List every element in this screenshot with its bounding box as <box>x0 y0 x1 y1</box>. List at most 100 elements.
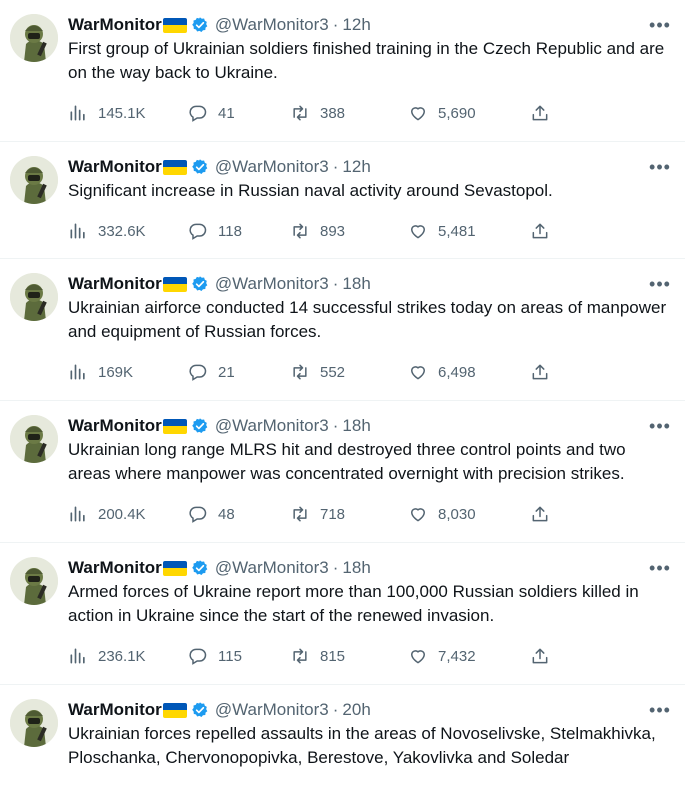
avatar[interactable] <box>10 14 58 62</box>
tweet[interactable]: WarMonitor @WarMonitor3 · 12h ••• First … <box>0 0 685 142</box>
retweet-count: 718 <box>320 505 346 523</box>
handle[interactable]: @WarMonitor3 <box>215 558 329 578</box>
tweet[interactable]: WarMonitor @WarMonitor3 · 18h ••• Armed … <box>0 543 685 685</box>
ukraine-flag-icon <box>162 560 187 576</box>
verified-badge-icon <box>192 17 208 33</box>
handle[interactable]: @WarMonitor3 <box>215 416 329 436</box>
like-count: 6,498 <box>438 363 476 381</box>
like-button[interactable]: 8,030 <box>408 504 530 524</box>
reply-button[interactable]: 41 <box>188 103 290 123</box>
tweet[interactable]: WarMonitor @WarMonitor3 · 18h ••• Ukrain… <box>0 259 685 401</box>
action-bar: 169K 21 552 6,498 <box>68 350 669 394</box>
like-button[interactable]: 5,481 <box>408 221 530 241</box>
reply-count: 118 <box>218 222 242 240</box>
share-button[interactable] <box>530 103 550 123</box>
handle[interactable]: @WarMonitor3 <box>215 15 329 35</box>
retweet-icon <box>293 223 307 239</box>
more-icon[interactable]: ••• <box>649 699 671 721</box>
ukraine-flag-icon <box>162 702 187 718</box>
avatar[interactable] <box>10 273 58 321</box>
reply-count: 48 <box>218 505 235 523</box>
tweet-header: WarMonitor @WarMonitor3 · 18h <box>68 415 669 437</box>
retweet-count: 552 <box>320 363 346 381</box>
more-icon[interactable]: ••• <box>649 415 671 437</box>
timestamp[interactable]: 20h <box>342 700 370 720</box>
tweet-header: WarMonitor @WarMonitor3 · 18h <box>68 273 669 295</box>
comment-icon <box>189 364 207 381</box>
action-bar: 332.6K 118 893 5,481 <box>68 209 669 253</box>
comment-icon <box>189 506 207 523</box>
tweet-text: Ukrainian airforce conducted 14 successf… <box>68 298 667 341</box>
more-icon[interactable]: ••• <box>649 156 671 178</box>
retweet-icon <box>293 105 307 121</box>
timestamp[interactable]: 18h <box>342 558 370 578</box>
share-button[interactable] <box>530 221 550 241</box>
like-count: 7,432 <box>438 647 476 665</box>
views-button[interactable]: 236.1K <box>68 646 188 666</box>
avatar[interactable] <box>10 557 58 605</box>
display-name[interactable]: WarMonitor <box>68 558 162 578</box>
comment-icon <box>189 648 207 665</box>
more-icon[interactable]: ••• <box>649 273 671 295</box>
retweet-icon <box>293 506 307 522</box>
timestamp[interactable]: 12h <box>342 157 370 177</box>
tweet-text: Significant increase in Russian naval ac… <box>68 181 553 200</box>
retweet-icon <box>293 648 307 664</box>
retweet-button[interactable]: 552 <box>290 362 408 382</box>
display-name[interactable]: WarMonitor <box>68 157 162 177</box>
retweet-icon <box>293 364 307 380</box>
tweet[interactable]: WarMonitor @WarMonitor3 · 20h ••• Ukrain… <box>0 685 685 800</box>
tweet-header: WarMonitor @WarMonitor3 · 20h <box>68 699 669 721</box>
reply-button[interactable]: 115 <box>188 646 290 666</box>
ukraine-flag-icon <box>162 159 187 175</box>
views-button[interactable]: 169K <box>68 362 188 382</box>
display-name[interactable]: WarMonitor <box>68 700 162 720</box>
like-count: 5,690 <box>438 104 476 122</box>
retweet-button[interactable]: 718 <box>290 504 408 524</box>
retweet-button[interactable]: 388 <box>290 103 408 123</box>
more-icon[interactable]: ••• <box>649 557 671 579</box>
views-count: 200.4K <box>98 505 146 523</box>
display-name[interactable]: WarMonitor <box>68 274 162 294</box>
views-button[interactable]: 332.6K <box>68 221 188 241</box>
retweet-count: 893 <box>320 222 346 240</box>
more-icon[interactable]: ••• <box>649 14 671 36</box>
retweet-count: 815 <box>320 647 346 665</box>
retweet-button[interactable]: 815 <box>290 646 408 666</box>
share-button[interactable] <box>530 362 550 382</box>
like-button[interactable]: 6,498 <box>408 362 530 382</box>
tweet-header: WarMonitor @WarMonitor3 · 18h <box>68 557 669 579</box>
handle[interactable]: @WarMonitor3 <box>215 700 329 720</box>
reply-count: 115 <box>218 647 242 665</box>
timestamp[interactable]: 18h <box>342 416 370 436</box>
avatar[interactable] <box>10 156 58 204</box>
like-button[interactable]: 7,432 <box>408 646 530 666</box>
like-count: 5,481 <box>438 222 476 240</box>
like-button[interactable]: 5,690 <box>408 103 530 123</box>
views-button[interactable]: 200.4K <box>68 504 188 524</box>
heart-icon <box>410 225 426 239</box>
handle[interactable]: @WarMonitor3 <box>215 274 329 294</box>
timestamp[interactable]: 12h <box>342 15 370 35</box>
reply-button[interactable]: 21 <box>188 362 290 382</box>
timestamp[interactable]: 18h <box>342 274 370 294</box>
handle[interactable]: @WarMonitor3 <box>215 157 329 177</box>
share-button[interactable] <box>530 504 550 524</box>
reply-button[interactable]: 48 <box>188 504 290 524</box>
separator-dot: · <box>332 157 339 176</box>
reply-button[interactable]: 118 <box>188 221 290 241</box>
tweet-text: Ukrainian long range MLRS hit and destro… <box>68 440 626 483</box>
retweet-button[interactable]: 893 <box>290 221 408 241</box>
tweet[interactable]: WarMonitor @WarMonitor3 · 18h ••• Ukrain… <box>0 401 685 543</box>
avatar[interactable] <box>10 699 58 747</box>
ukraine-flag-icon <box>162 276 187 292</box>
tweet[interactable]: WarMonitor @WarMonitor3 · 12h ••• Signif… <box>0 142 685 259</box>
display-name[interactable]: WarMonitor <box>68 416 162 436</box>
action-bar: 236.1K 115 815 7,432 <box>68 634 669 678</box>
avatar[interactable] <box>10 415 58 463</box>
share-button[interactable] <box>530 646 550 666</box>
views-button[interactable]: 145.1K <box>68 103 188 123</box>
display-name[interactable]: WarMonitor <box>68 15 162 35</box>
tweet-header: WarMonitor @WarMonitor3 · 12h <box>68 14 669 36</box>
bar-chart-icon <box>70 105 85 121</box>
